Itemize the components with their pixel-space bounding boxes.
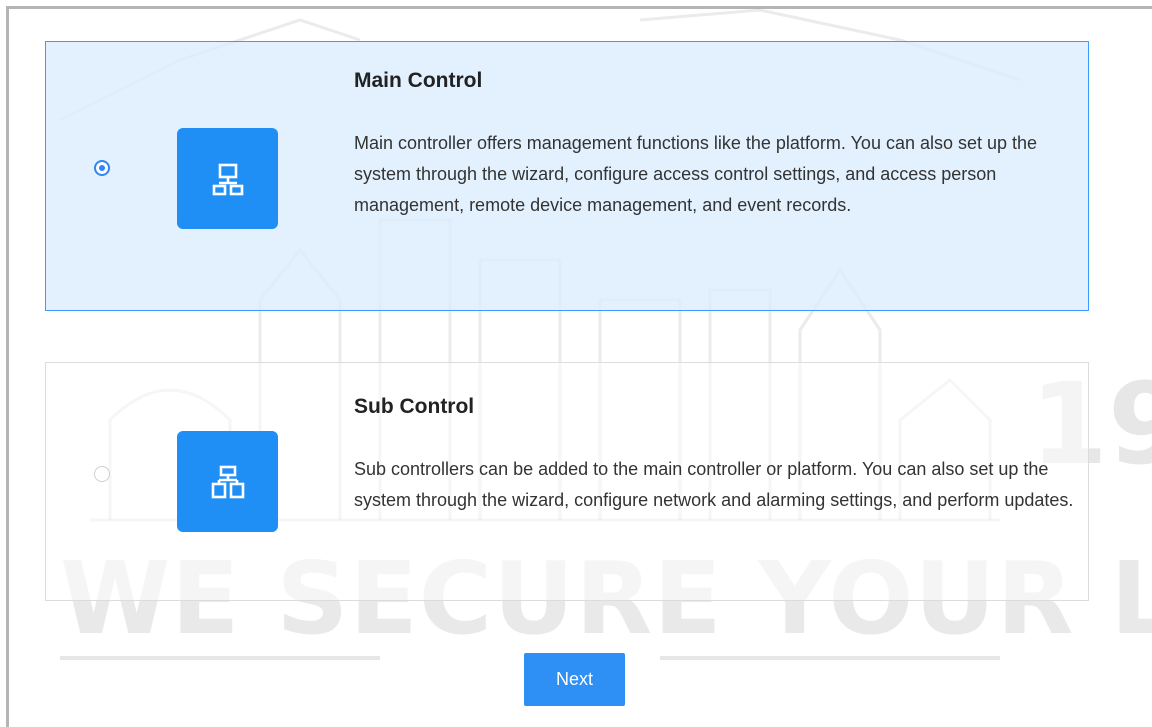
- sub-control-icon-tile: [177, 431, 278, 532]
- main-control-title: Main Control: [354, 69, 483, 92]
- main-control-icon-tile: [177, 128, 278, 229]
- main-control-description: Main controller offers management functi…: [354, 133, 1038, 215]
- sub-control-description: Sub controllers can be added to the main…: [354, 459, 1074, 510]
- sub-control-title: Sub Control: [354, 395, 475, 418]
- sub-control-option[interactable]: Sub Control Sub controllers can be added…: [45, 362, 1089, 601]
- main-control-option[interactable]: Main Control Main controller offers mana…: [45, 41, 1089, 311]
- network-topology-icon: [212, 163, 243, 195]
- sub-control-radio[interactable]: [94, 466, 110, 482]
- next-button[interactable]: Next: [524, 653, 625, 706]
- main-control-radio[interactable]: [94, 160, 110, 176]
- hierarchy-icon: [211, 465, 244, 498]
